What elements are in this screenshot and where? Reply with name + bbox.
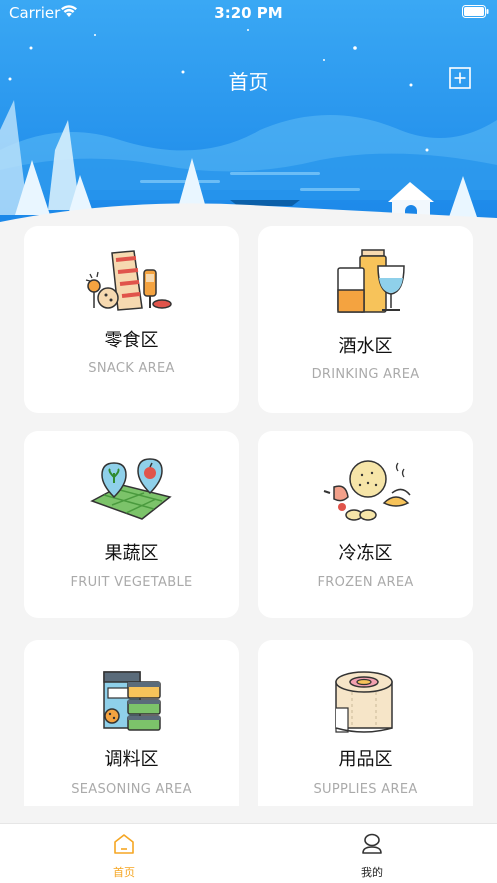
category-card-frozen[interactable]: 冷冻区 FROZEN AREA: [258, 431, 473, 618]
frozen-food-icon: [258, 457, 473, 527]
snack-icon: [24, 248, 239, 318]
home-screen: Carrier 3:20 PM 首页 零食区 SNACK AREA 酒水区 DR…: [0, 0, 497, 883]
category-title: 调料区: [104, 749, 159, 770]
add-button[interactable]: [449, 67, 471, 89]
category-grid: 零食区 SNACK AREA 酒水区 DRINKING AREA 果蔬区 FRU…: [0, 226, 497, 806]
category-subtitle: FROZEN AREA: [317, 575, 414, 590]
tab-profile[interactable]: 我的: [248, 824, 496, 883]
category-card-drinks[interactable]: 酒水区 DRINKING AREA: [258, 226, 473, 413]
tab-home[interactable]: 首页: [0, 824, 248, 883]
category-title: 果蔬区: [104, 543, 159, 564]
home-icon: [114, 834, 134, 854]
category-title: 酒水区: [338, 336, 393, 357]
status-bar: Carrier 3:20 PM: [0, 0, 497, 26]
tissue-roll-icon: [258, 668, 473, 738]
category-card-supplies[interactable]: 用品区 SUPPLIES AREA: [258, 640, 473, 806]
drinks-icon: [258, 248, 473, 318]
category-card-seasoning[interactable]: 调料区 SEASONING AREA: [24, 640, 239, 806]
category-subtitle: SEASONING AREA: [71, 782, 192, 797]
tab-label: 我的: [361, 866, 383, 879]
category-subtitle: DRINKING AREA: [311, 367, 420, 382]
category-card-snack[interactable]: 零食区 SNACK AREA: [24, 226, 239, 413]
seasoning-icon: [24, 668, 239, 738]
status-time: 3:20 PM: [214, 4, 283, 22]
category-subtitle: SUPPLIES AREA: [313, 782, 418, 797]
category-title: 冷冻区: [338, 543, 393, 564]
tab-label: 首页: [113, 866, 135, 879]
page-title: 首页: [228, 70, 269, 94]
tab-bar: 首页 我的: [0, 823, 497, 883]
header-banner: Carrier 3:20 PM 首页: [0, 0, 497, 235]
category-title: 用品区: [338, 749, 393, 770]
category-subtitle: SNACK AREA: [88, 361, 175, 376]
battery-icon: [462, 5, 489, 18]
category-title: 零食区: [104, 330, 159, 351]
profile-icon: [362, 833, 382, 854]
winter-scene-illustration: [0, 0, 497, 235]
category-card-fruit-vegetable[interactable]: 果蔬区 FRUIT VEGETABLE: [24, 431, 239, 618]
fruit-vegetable-icon: [24, 457, 239, 527]
category-subtitle: FRUIT VEGETABLE: [70, 575, 193, 590]
